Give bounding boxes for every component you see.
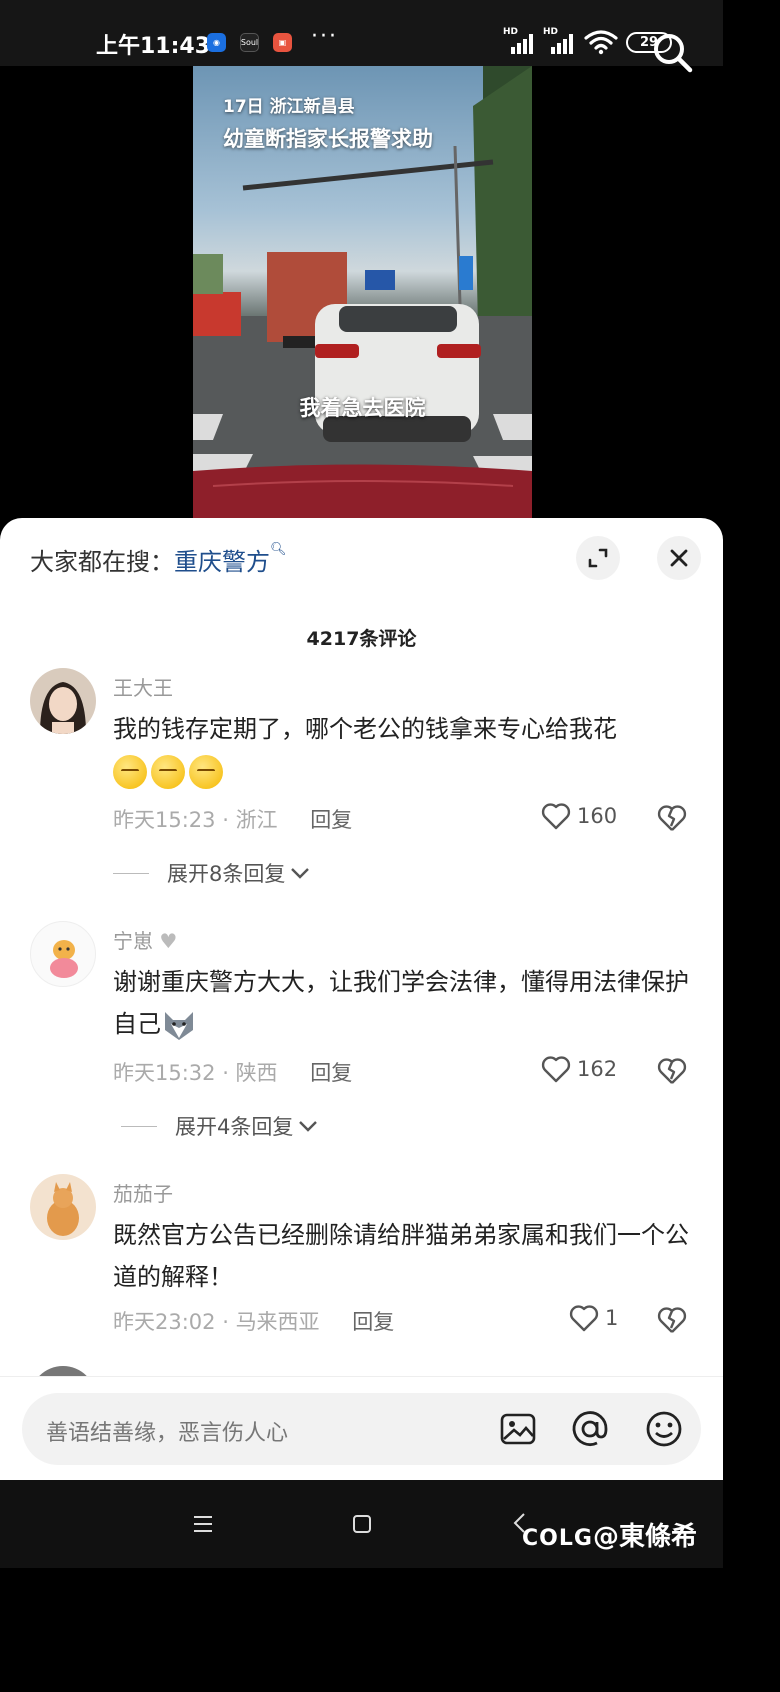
expand-replies-button[interactable]: 展开4条回复 bbox=[121, 1111, 319, 1141]
like-count: 1 bbox=[605, 1306, 619, 1330]
image-icon[interactable] bbox=[498, 1409, 538, 1449]
comment-time: 昨天15:32 bbox=[113, 1061, 216, 1085]
like-button[interactable]: 160 bbox=[541, 802, 617, 830]
at-icon[interactable] bbox=[570, 1409, 610, 1449]
avatar[interactable] bbox=[30, 1174, 96, 1240]
comment-username[interactable]: 王大王 bbox=[113, 672, 173, 701]
reply-button[interactable]: 回复 bbox=[352, 1310, 394, 1334]
expand-button[interactable] bbox=[576, 536, 620, 580]
broken-heart-icon[interactable] bbox=[656, 1306, 688, 1334]
heart-icon bbox=[569, 1305, 599, 1332]
heart-badge-icon: ♥ bbox=[159, 929, 178, 953]
broken-heart-icon[interactable] bbox=[656, 1057, 688, 1085]
expand-icon bbox=[588, 548, 608, 568]
husky-emoji-icon bbox=[165, 1012, 193, 1040]
broken-heart-icon[interactable] bbox=[656, 804, 688, 832]
emoji-icon[interactable] bbox=[644, 1409, 684, 1449]
comment-text[interactable]: 谢谢重庆警方大大，让我们学会法律，懂得用法律保护自己 bbox=[113, 961, 698, 1045]
comment-time: 昨天15:23 bbox=[113, 808, 216, 832]
status-time: 上午11:43 bbox=[96, 34, 211, 59]
avatar[interactable] bbox=[30, 921, 96, 987]
watermark-brand: COLG bbox=[522, 1526, 593, 1551]
video-caption-location: 17日 浙江新昌县 bbox=[223, 97, 355, 117]
soul-app-icon: Soul bbox=[240, 33, 259, 52]
video-caption: 17日 浙江新昌县 幼童断指家长报警求助 bbox=[223, 92, 433, 153]
heart-icon bbox=[541, 1056, 571, 1083]
trending-label: 大家都在搜： bbox=[30, 548, 174, 576]
wifi-icon bbox=[584, 30, 618, 55]
more-notifications-icon: ··· bbox=[311, 24, 338, 49]
notification-app-icon: ◉ bbox=[207, 33, 226, 52]
comment-input-bar: 善语结善缘，恶言伤人心 bbox=[0, 1376, 723, 1480]
video-frame: 17日 浙江新昌县 幼童断指家长报警求助 我着急去医院 bbox=[193, 66, 532, 522]
chevron-down-icon bbox=[299, 1121, 318, 1132]
cell-signal-1-icon: HD bbox=[503, 27, 537, 54]
comment-input[interactable]: 善语结善缘，恶言伤人心 bbox=[22, 1393, 701, 1465]
comment-username[interactable]: 宁崽 ♥ bbox=[113, 925, 177, 954]
reply-button[interactable]: 回复 bbox=[310, 1061, 352, 1085]
heart-icon bbox=[541, 803, 571, 830]
watermark-handle: @東條希 bbox=[592, 1522, 697, 1552]
comment-sheet: 大家都在搜：重庆警方🔍︎ 4217条评论 王大王 我的钱存定期了，哪个老公的钱拿… bbox=[0, 518, 723, 1480]
cell-signal-2-icon: HD bbox=[543, 27, 577, 54]
comment-meta: 昨天23:02 · 马来西亚 回复 bbox=[113, 1310, 395, 1334]
expand-replies-button[interactable]: 展开8条回复 bbox=[113, 858, 311, 888]
trending-keyword[interactable]: 重庆警方🔍︎ bbox=[174, 542, 287, 576]
comment-text[interactable]: 我的钱存定期了，哪个老公的钱拿来专心给我花 bbox=[113, 708, 698, 792]
smirk-emoji-icon bbox=[151, 755, 185, 789]
smirk-emoji-icon bbox=[113, 755, 147, 789]
trending-search[interactable]: 大家都在搜：重庆警方🔍︎ bbox=[30, 542, 287, 577]
video-player[interactable]: 17日 浙江新昌县 幼童断指家长报警求助 我着急去医院 bbox=[0, 66, 723, 522]
reply-button[interactable]: 回复 bbox=[310, 808, 352, 832]
close-icon bbox=[670, 549, 688, 567]
comment-region: 马来西亚 bbox=[235, 1310, 320, 1334]
home-icon[interactable] bbox=[352, 1514, 372, 1534]
comment-username[interactable]: 茄茄子 bbox=[113, 1178, 173, 1207]
comment-time: 昨天23:02 bbox=[113, 1310, 216, 1334]
video-caption-title: 幼童断指家长报警求助 bbox=[223, 127, 433, 151]
search-icon[interactable] bbox=[650, 30, 694, 74]
divider bbox=[121, 1125, 157, 1127]
chevron-down-icon bbox=[291, 868, 310, 879]
comment-meta: 昨天15:32 · 陕西 回复 bbox=[113, 1061, 353, 1085]
comment-input-placeholder: 善语结善缘，恶言伤人心 bbox=[46, 1421, 289, 1446]
system-nav-bar: COLG@東條希 bbox=[0, 1480, 723, 1568]
divider bbox=[113, 872, 149, 874]
red-app-icon: ▣ bbox=[273, 33, 292, 52]
like-count: 160 bbox=[577, 804, 618, 828]
smirk-emoji-icon bbox=[189, 755, 223, 789]
watermark: COLG@東條希 bbox=[522, 1516, 697, 1553]
comment-region: 浙江 bbox=[235, 808, 278, 832]
comment-region: 陕西 bbox=[235, 1061, 278, 1085]
avatar[interactable] bbox=[30, 668, 96, 734]
video-subtitle: 我着急去医院 bbox=[299, 396, 426, 420]
small-search-icon: 🔍︎ bbox=[270, 542, 287, 557]
comment-meta: 昨天15:23 · 浙江 回复 bbox=[113, 808, 353, 832]
like-button[interactable]: 162 bbox=[541, 1055, 617, 1083]
like-button[interactable]: 1 bbox=[569, 1304, 618, 1332]
comment-count: 4217条评论 bbox=[306, 628, 417, 650]
close-button[interactable] bbox=[657, 536, 701, 580]
comment-text[interactable]: 既然官方公告已经删除请给胖猫弟弟家属和我们一个公道的解释！ bbox=[113, 1214, 698, 1298]
menu-icon[interactable] bbox=[192, 1514, 214, 1534]
like-count: 162 bbox=[577, 1057, 618, 1081]
